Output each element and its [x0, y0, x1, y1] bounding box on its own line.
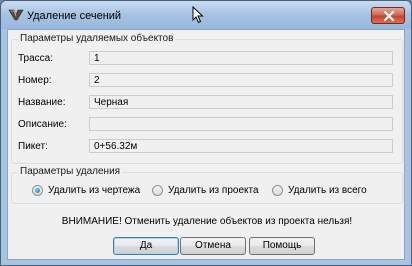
radio-label-drawing: Удалить из чертежа [48, 185, 141, 196]
yes-button[interactable]: Да [113, 237, 179, 255]
radio-indicator[interactable] [152, 185, 163, 196]
route-label: Трасса: [18, 53, 54, 64]
name-field[interactable]: Черная [89, 95, 393, 109]
name-label: Название: [18, 97, 66, 108]
warning-text: ВНИМАНИЕ! Отменить удаление объектов из … [61, 216, 353, 227]
radio-label-project: Удалить из проекта [168, 185, 259, 196]
radio-label-all: Удалить из всего [288, 185, 367, 196]
mouse-cursor-icon [192, 6, 204, 24]
cancel-button[interactable]: Отмена [180, 237, 246, 255]
number-label: Номер: [18, 75, 52, 86]
close-button[interactable] [371, 7, 405, 24]
object-params-legend: Параметры удаляемых объектов [18, 33, 176, 44]
delete-params-legend: Параметры удаления [18, 166, 123, 177]
radio-selected-indicator[interactable] [32, 185, 43, 196]
window-title: Удаление сечений [27, 10, 122, 22]
radio-indicator[interactable] [272, 185, 283, 196]
close-icon [383, 10, 395, 22]
dialog-window: Удаление сечений Параметры удаляемых объ… [0, 0, 412, 266]
route-field[interactable]: 1 [89, 51, 393, 65]
description-label: Описание: [18, 119, 67, 130]
number-field[interactable]: 2 [89, 73, 393, 87]
picket-label: Пикет: [18, 141, 48, 152]
dialog-body: Параметры удаляемых объектов Трасса: 1 Н… [7, 29, 405, 260]
help-button[interactable]: Помощь [249, 237, 315, 255]
title-bar[interactable]: Удаление сечений [1, 1, 411, 29]
app-icon [8, 9, 24, 21]
picket-field[interactable]: 0+56.32м [89, 139, 393, 153]
description-field[interactable] [89, 117, 393, 131]
